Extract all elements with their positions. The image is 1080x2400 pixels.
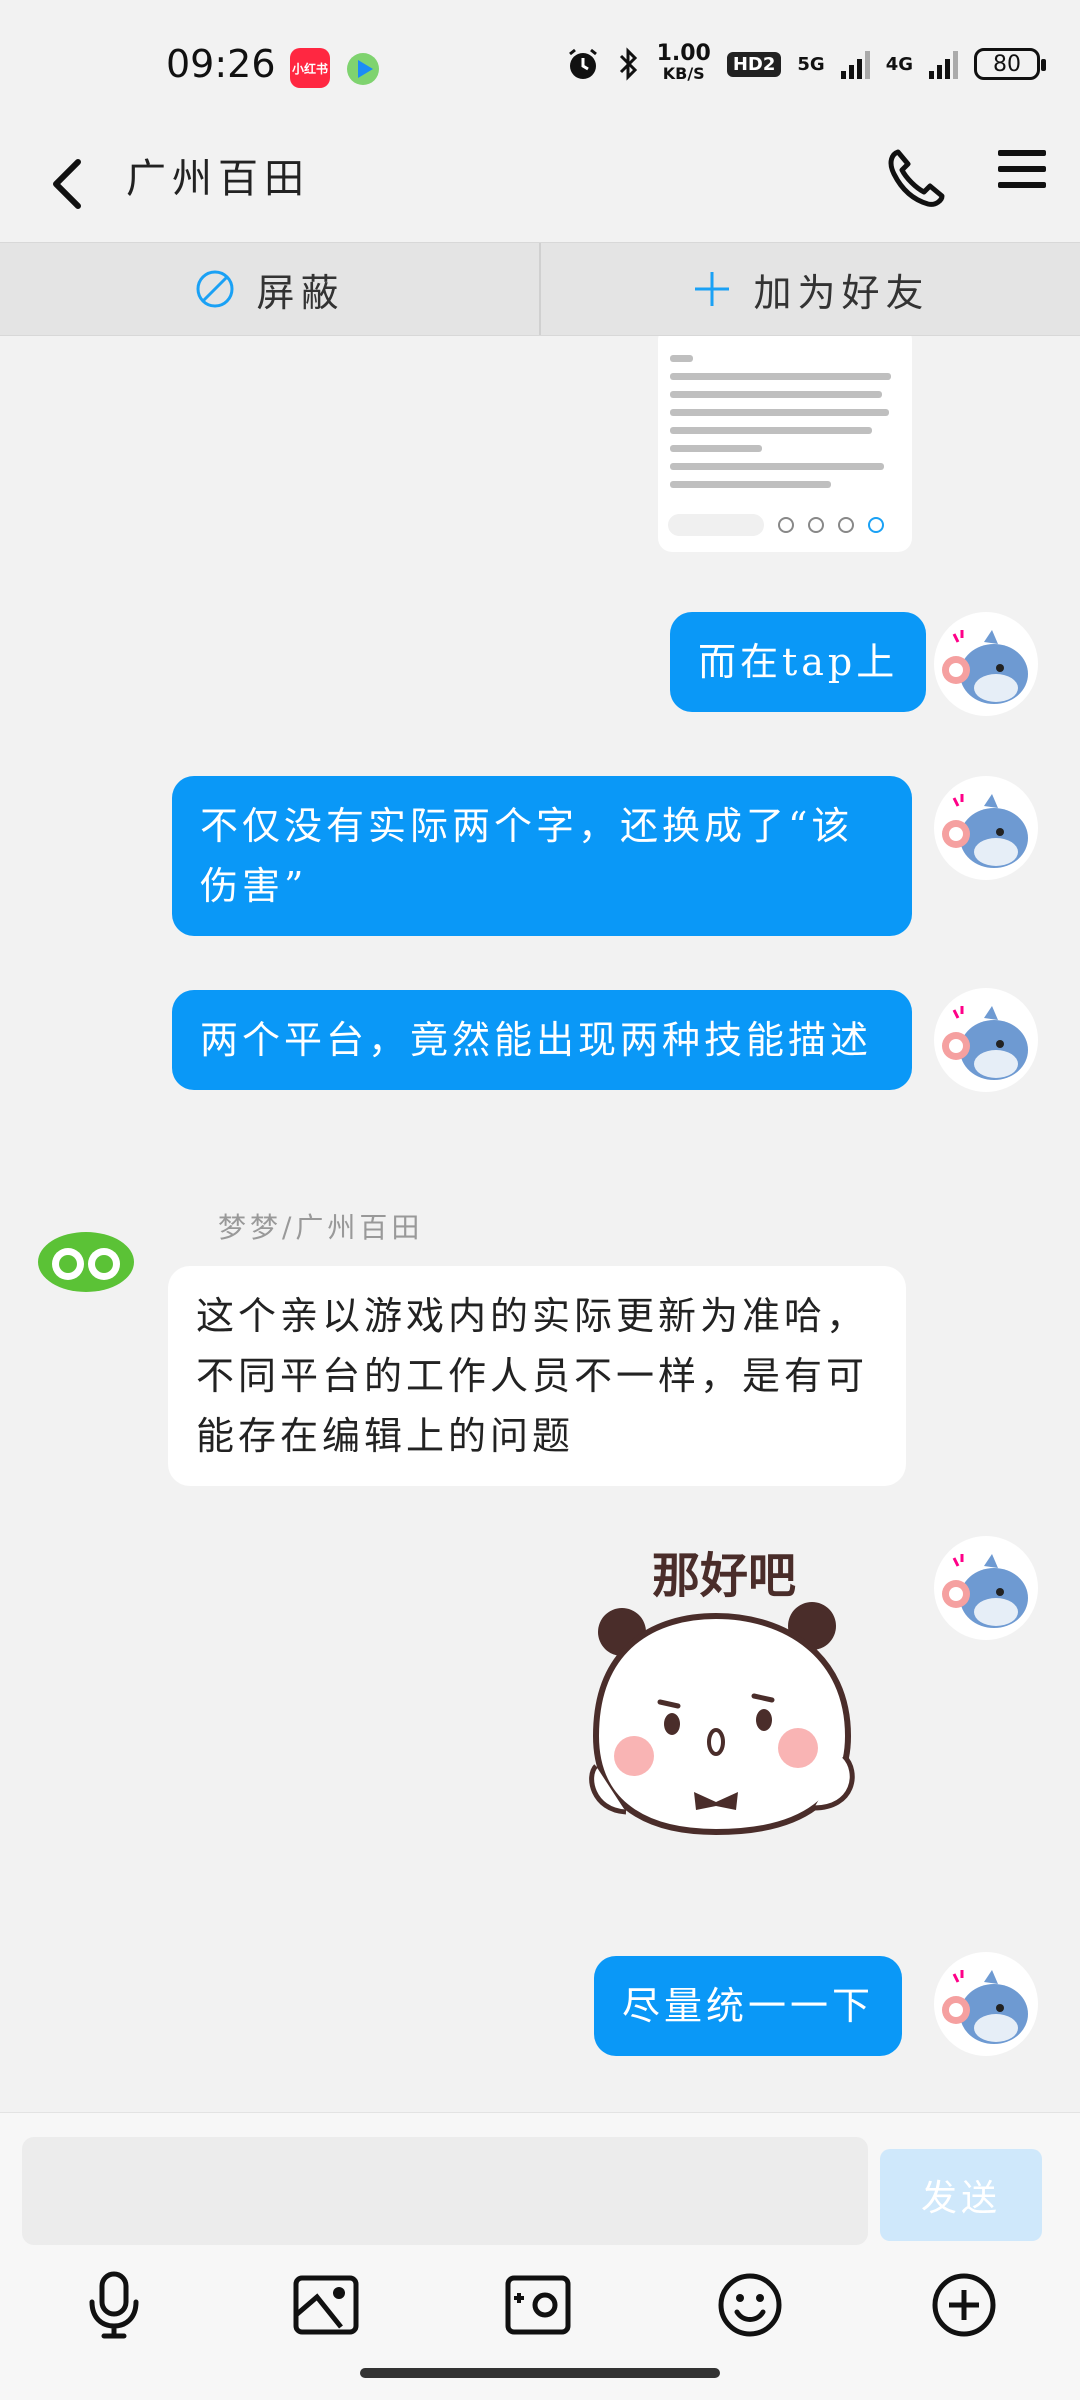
block-icon — [196, 270, 234, 308]
chat-title: 广州百田 — [126, 156, 310, 202]
image-toolbar — [668, 510, 902, 540]
image-line — [670, 355, 693, 362]
send-button[interactable]: 发送 — [880, 2149, 1042, 2241]
hamburger-icon-line — [998, 182, 1046, 188]
plus-icon — [695, 272, 730, 306]
my-message-bubble[interactable]: 尽量统一一下 — [594, 1956, 903, 2056]
image-line — [670, 427, 873, 434]
status-right-group: 1.00 KB/S HD2 5G 4G 80 — [565, 41, 1046, 84]
my-avatar[interactable] — [934, 612, 1038, 716]
image-line — [670, 463, 884, 470]
action-bar: 屏蔽 加为好友 — [0, 242, 1080, 336]
image-line — [670, 481, 831, 488]
voice-button[interactable] — [72, 2263, 156, 2347]
my-message-bubble[interactable]: 两个平台，竟然能出现两种技能描述 — [172, 990, 912, 1090]
video-app-icon — [344, 50, 382, 92]
bluetooth-icon — [619, 47, 637, 81]
sim2-type: 4G — [885, 53, 913, 75]
other-avatar[interactable] — [34, 1206, 138, 1310]
signal-2-icon — [929, 49, 958, 79]
my-message-bubble[interactable]: 而在tap上 — [670, 612, 927, 712]
hamburger-icon-line — [998, 150, 1046, 156]
sim1-type: 5G — [797, 53, 825, 75]
status-time: 09:26 — [166, 42, 276, 86]
my-avatar[interactable] — [934, 1952, 1038, 2056]
other-message-bubble[interactable]: 这个亲以游戏内的实际更新为准哈，不同平台的工作人员不一样，是有可能存在编辑上的问… — [168, 1266, 906, 1486]
dolphin-avatar-icon — [942, 1554, 1028, 1628]
microphone-icon — [89, 2271, 139, 2339]
photo-button[interactable] — [284, 2263, 368, 2347]
xiaohongshu-app-icon: 小红书 — [290, 48, 330, 88]
block-button[interactable]: 屏蔽 — [0, 243, 539, 335]
more-button[interactable] — [922, 2263, 1006, 2347]
smile-icon — [718, 2273, 782, 2337]
net-speed: 1.00 KB/S — [656, 41, 711, 84]
app-badge-label: 小红书 — [291, 61, 328, 76]
phone-icon — [888, 149, 945, 207]
block-label: 屏蔽 — [256, 270, 345, 315]
my-message-bubble[interactable]: 不仅没有实际两个字，还换成了“该伤害” — [172, 776, 912, 936]
image-line — [670, 445, 762, 452]
my-avatar[interactable] — [934, 776, 1038, 880]
comment-icon — [808, 517, 824, 533]
net-speed-unit: KB/S — [662, 64, 705, 83]
my-avatar[interactable] — [934, 1536, 1038, 1640]
share-icon — [778, 517, 794, 533]
hd-badge: HD2 — [726, 51, 782, 77]
battery-indicator: 80 — [974, 48, 1046, 80]
input-area: 发送 — [0, 2112, 1080, 2400]
call-button[interactable] — [880, 142, 950, 212]
sticker-message[interactable]: 那好吧 — [586, 1536, 866, 1836]
chat-messages[interactable]: 而在tap上 不仅没有实际两个字，还换成了“该伤害” 两个平台，竟然能出现两种技… — [0, 336, 1080, 2112]
image-line — [670, 409, 889, 416]
chevron-left-icon — [53, 159, 81, 209]
image-icon — [293, 2275, 359, 2335]
emoji-button[interactable] — [708, 2263, 792, 2347]
battery-level: 80 — [993, 51, 1021, 77]
dolphin-avatar-icon — [942, 794, 1028, 868]
status-bar: 09:26 小红书 1.00 KB/S HD2 5G 4G 80 — [0, 0, 1080, 120]
alarm-icon — [568, 48, 597, 79]
plus-circle-icon — [932, 2273, 996, 2337]
back-button[interactable] — [40, 146, 100, 216]
image-line — [670, 391, 882, 398]
menu-button[interactable] — [998, 150, 1046, 198]
dolphin-avatar-icon — [942, 1006, 1028, 1080]
image-message[interactable] — [658, 336, 912, 552]
image-line — [670, 373, 891, 380]
signal-1-icon — [840, 49, 870, 79]
net-speed-value: 1.00 — [656, 41, 711, 66]
star-icon — [838, 517, 854, 533]
panda-sticker-icon — [589, 1602, 855, 1836]
home-indicator[interactable] — [360, 2368, 720, 2378]
dolphin-avatar-icon — [942, 630, 1028, 704]
like-icon — [868, 517, 884, 533]
add-friend-label: 加为好友 — [753, 270, 930, 315]
dolphin-avatar-icon — [942, 1970, 1028, 2044]
add-friend-button[interactable]: 加为好友 — [539, 243, 1080, 335]
hamburger-icon-line — [998, 166, 1046, 172]
chat-header: 广州百田 — [0, 120, 1080, 244]
camera-button[interactable] — [496, 2263, 580, 2347]
sender-nickname: 梦梦/广州百田 — [218, 1211, 424, 1244]
message-input[interactable] — [22, 2137, 868, 2245]
game-logo-avatar-icon — [38, 1232, 134, 1292]
camera-icon — [505, 2275, 571, 2335]
my-avatar[interactable] — [934, 988, 1038, 1092]
image-comment-pill — [668, 514, 764, 536]
